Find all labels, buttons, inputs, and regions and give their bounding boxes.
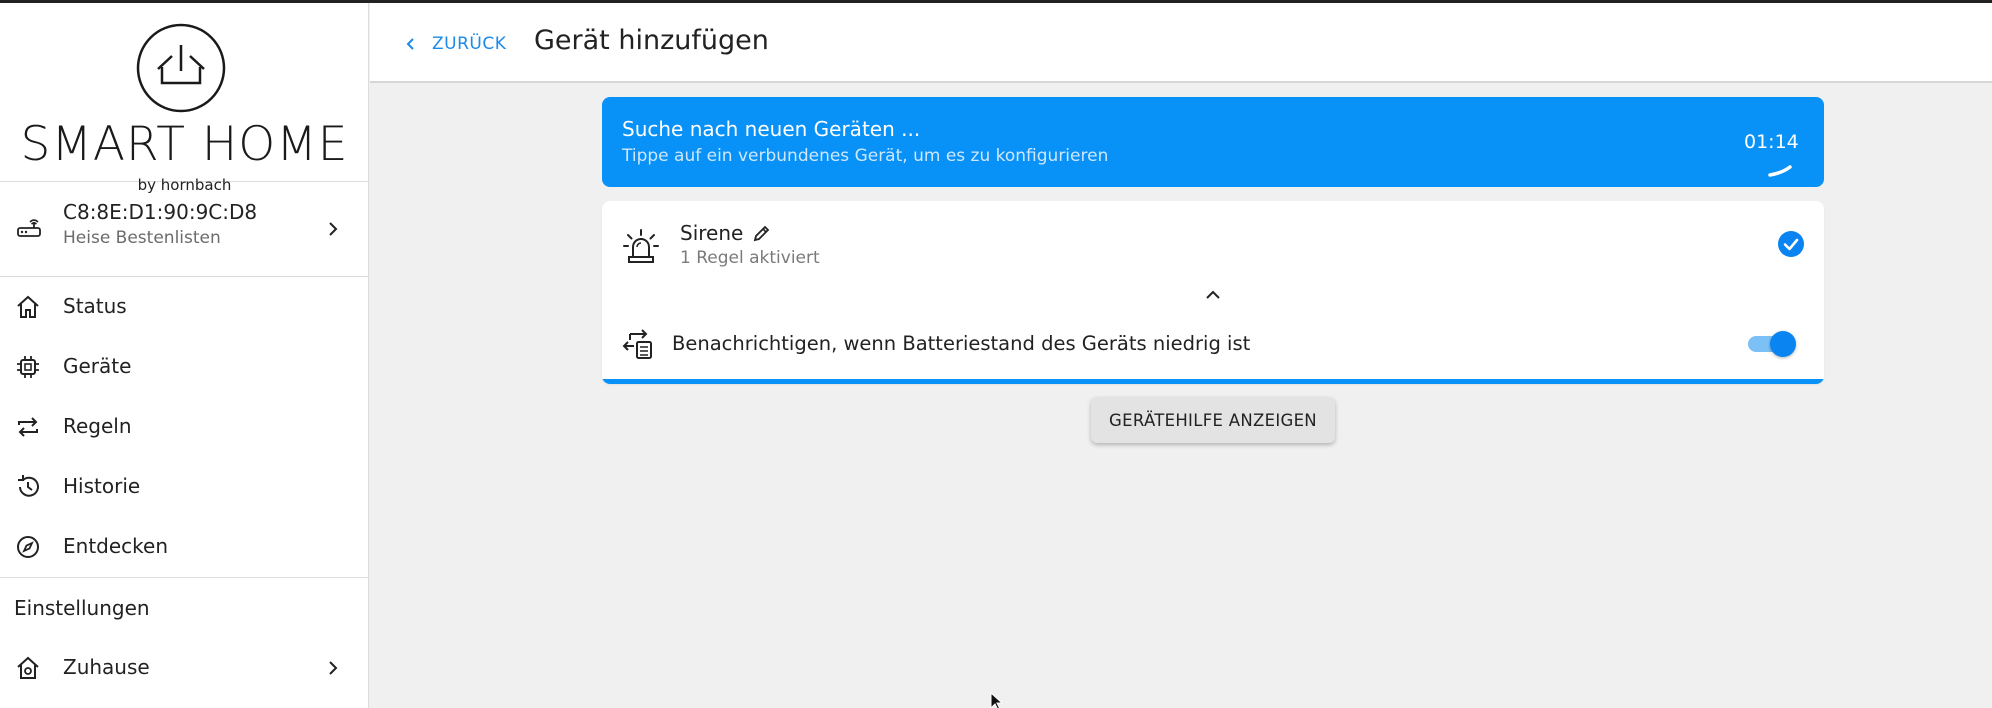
back-button-label: ZURÜCK xyxy=(432,34,507,54)
sidebar-item-entdecken[interactable]: Entdecken xyxy=(0,517,368,577)
siren-icon xyxy=(623,229,659,263)
toggle-knob xyxy=(1770,331,1796,357)
compass-icon xyxy=(17,536,39,558)
device-name: Sirene xyxy=(680,221,744,245)
brand-logo: SMART HOME by hornbach xyxy=(0,3,368,194)
scan-title: Suche nach neuen Geräten ... xyxy=(622,117,921,141)
gateway-selector[interactable]: C8:8E:D1:90:9C:D8 Heise Bestenlisten xyxy=(0,182,368,276)
sidebar-item-label: Regeln xyxy=(63,414,132,438)
mouse-cursor-icon xyxy=(990,692,1004,708)
device-card[interactable]: Sirene 1 Regel aktiviert Benachrichtigen… xyxy=(602,201,1824,384)
rule-toggle[interactable] xyxy=(1746,331,1796,357)
scan-banner: Suche nach neuen Geräten ... Tippe auf e… xyxy=(602,97,1824,187)
scan-timer: 01:14 xyxy=(1744,131,1799,153)
device-status: 1 Regel aktiviert xyxy=(680,248,820,268)
sidebar-item-label: Entdecken xyxy=(63,534,168,558)
check-circle-icon[interactable] xyxy=(1777,230,1805,258)
sidebar-item-label: Historie xyxy=(63,474,141,498)
brand-title: SMART HOME xyxy=(20,117,349,172)
chip-icon xyxy=(17,356,39,378)
gateway-name: Heise Bestenlisten xyxy=(63,228,221,248)
card-accent-bar xyxy=(602,379,1824,384)
history-icon xyxy=(18,475,39,497)
sidebar-item-label: Status xyxy=(63,294,127,318)
gateway-id: C8:8E:D1:90:9C:D8 xyxy=(63,200,258,224)
power-home-logo-icon xyxy=(136,23,226,113)
settings-heading: Einstellungen xyxy=(0,578,368,638)
loading-spinner-icon xyxy=(1768,165,1792,177)
sidebar-item-historie[interactable]: Historie xyxy=(0,457,368,517)
settings-heading-label: Einstellungen xyxy=(14,596,150,620)
sidebar-item-label: Zuhause xyxy=(63,655,150,679)
chevron-right-icon xyxy=(329,222,338,236)
page-title: Gerät hinzufügen xyxy=(534,25,769,56)
sidebar-item-zuhause[interactable]: Zuhause xyxy=(0,638,368,698)
chevron-right-icon xyxy=(329,661,338,675)
house-gear-icon xyxy=(17,656,39,679)
sidebar-item-geraete[interactable]: Geräte xyxy=(0,337,368,397)
chevron-up-icon[interactable] xyxy=(1202,284,1224,306)
app-header: ZURÜCK Gerät hinzufügen xyxy=(370,3,1992,83)
window-top-border xyxy=(0,0,1992,3)
home-icon xyxy=(17,295,39,318)
scan-subtitle: Tippe auf ein verbundenes Gerät, um es z… xyxy=(622,146,1109,166)
sidebar-item-regeln[interactable]: Regeln xyxy=(0,397,368,457)
chevron-left-icon xyxy=(406,38,414,50)
sidebar-item-status[interactable]: Status xyxy=(0,277,368,337)
repeat-icon xyxy=(18,417,38,437)
device-help-button[interactable]: GERÄTEHILFE ANZEIGEN xyxy=(1091,397,1335,443)
router-icon xyxy=(17,219,41,237)
pencil-icon[interactable] xyxy=(752,223,772,243)
rule-label: Benachrichtigen, wenn Batteriestand des … xyxy=(672,332,1251,355)
sidebar-item-label: Geräte xyxy=(63,354,132,378)
sidebar: SMART HOME by hornbach C8:8E:D1:90:9C:D8… xyxy=(0,3,369,708)
back-button[interactable]: ZURÜCK xyxy=(402,27,506,61)
rule-list-icon xyxy=(622,329,652,359)
